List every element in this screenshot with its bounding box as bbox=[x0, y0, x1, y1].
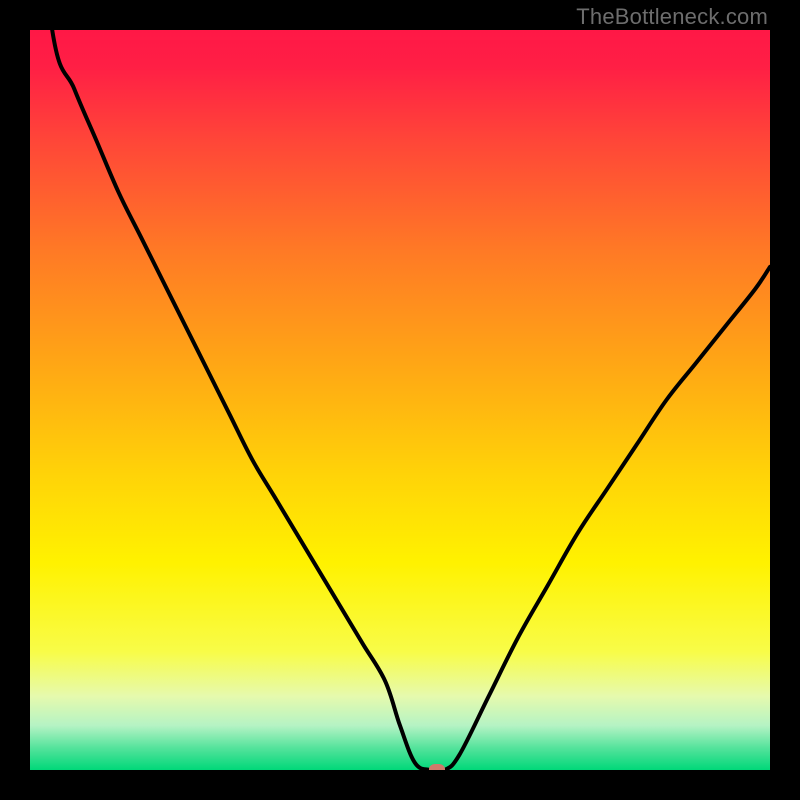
watermark-text: TheBottleneck.com bbox=[576, 4, 768, 30]
optimal-point-marker bbox=[429, 764, 445, 770]
chart-frame: TheBottleneck.com bbox=[0, 0, 800, 800]
bottleneck-curve bbox=[30, 30, 770, 770]
plot-area bbox=[30, 30, 770, 770]
